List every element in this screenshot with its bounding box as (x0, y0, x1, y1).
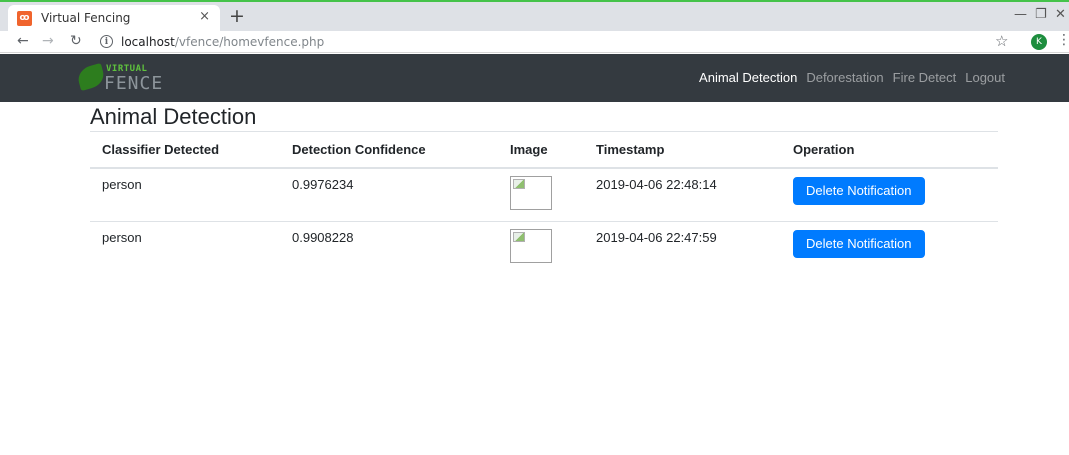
browser-toolbar: ← → ↻ i localhost/vfence/homevfence.php … (0, 31, 1069, 53)
browser-tab[interactable]: ꝏ Virtual Fencing × (8, 5, 220, 31)
operation-cell: Delete Notification (781, 221, 998, 274)
broken-image-icon (513, 232, 525, 242)
image-cell (498, 221, 584, 274)
window-close-icon[interactable]: ✕ (1055, 7, 1066, 22)
url-host: localhost (121, 34, 175, 49)
image-cell (498, 168, 584, 222)
table-row: person 0.9976234 2019-04-06 22:48:14 Del… (90, 168, 998, 222)
reload-icon[interactable]: ↻ (70, 32, 82, 50)
nav-animal-detection[interactable]: Animal Detection (699, 70, 797, 85)
detection-table: Classifier Detected Detection Confidence… (90, 131, 998, 274)
tab-title: Virtual Fencing (41, 11, 131, 25)
leaf-logo-icon (75, 63, 107, 91)
table-row: person 0.9908228 2019-04-06 22:47:59 Del… (90, 221, 998, 274)
classifier-cell: person (102, 177, 142, 192)
timestamp-cell: 2019-04-06 22:48:14 (596, 177, 717, 192)
confidence-cell: 0.9908228 (280, 221, 498, 274)
info-icon[interactable]: i (100, 35, 113, 48)
tab-close-icon[interactable]: × (199, 9, 210, 24)
confidence-cell: 0.9976234 (292, 177, 354, 192)
brand-bottom-text: FENCE (104, 73, 164, 94)
table-header-row: Classifier Detected Detection Confidence… (90, 131, 998, 169)
brand-logo[interactable]: VIRTUAL FENCE (75, 63, 208, 95)
profile-avatar[interactable]: K (1031, 34, 1047, 50)
kebab-menu-icon[interactable]: ⋮ (1057, 32, 1069, 48)
browser-tabstrip: ꝏ Virtual Fencing × + — ❐ ✕ (0, 0, 1069, 31)
nav-logout[interactable]: Logout (965, 70, 1005, 85)
xampp-favicon-icon: ꝏ (17, 10, 32, 26)
forward-arrow-icon[interactable]: → (42, 32, 54, 50)
column-header: Detection Confidence (280, 131, 498, 169)
column-header: Classifier Detected (90, 131, 280, 169)
restore-icon[interactable]: ❐ (1035, 7, 1047, 22)
nav-fire-detect[interactable]: Fire Detect (893, 70, 957, 85)
classifier-cell: person (90, 221, 280, 274)
column-header: Image (498, 131, 584, 169)
new-tab-button[interactable]: + (229, 5, 245, 27)
address-bar[interactable]: i localhost/vfence/homevfence.php (100, 32, 324, 51)
operation-cell: Delete Notification (781, 168, 998, 222)
main-container: Animal Detection Classifier Detected Det… (90, 104, 998, 274)
url-text: localhost/vfence/homevfence.php (121, 35, 324, 49)
column-header: Operation (781, 131, 998, 169)
url-path: /vfence/homevfence.php (174, 34, 325, 49)
timestamp-cell: 2019-04-06 22:47:59 (584, 221, 781, 274)
delete-notification-button[interactable]: Delete Notification (793, 230, 925, 258)
broken-image-icon (513, 179, 525, 189)
column-header: Timestamp (584, 131, 781, 169)
site-navbar: VIRTUAL FENCE Animal Detection Deforesta… (0, 54, 1069, 102)
delete-notification-button[interactable]: Delete Notification (793, 177, 925, 205)
page-title: Animal Detection (90, 104, 257, 129)
back-arrow-icon[interactable]: ← (17, 32, 29, 50)
detection-image[interactable] (510, 229, 552, 263)
bookmark-star-icon[interactable]: ☆ (995, 32, 1008, 50)
detection-image[interactable] (510, 176, 552, 210)
nav-deforestation[interactable]: Deforestation (806, 70, 883, 85)
minimize-icon[interactable]: — (1014, 7, 1027, 22)
nav-links: Animal Detection Deforestation Fire Dete… (699, 70, 1005, 85)
